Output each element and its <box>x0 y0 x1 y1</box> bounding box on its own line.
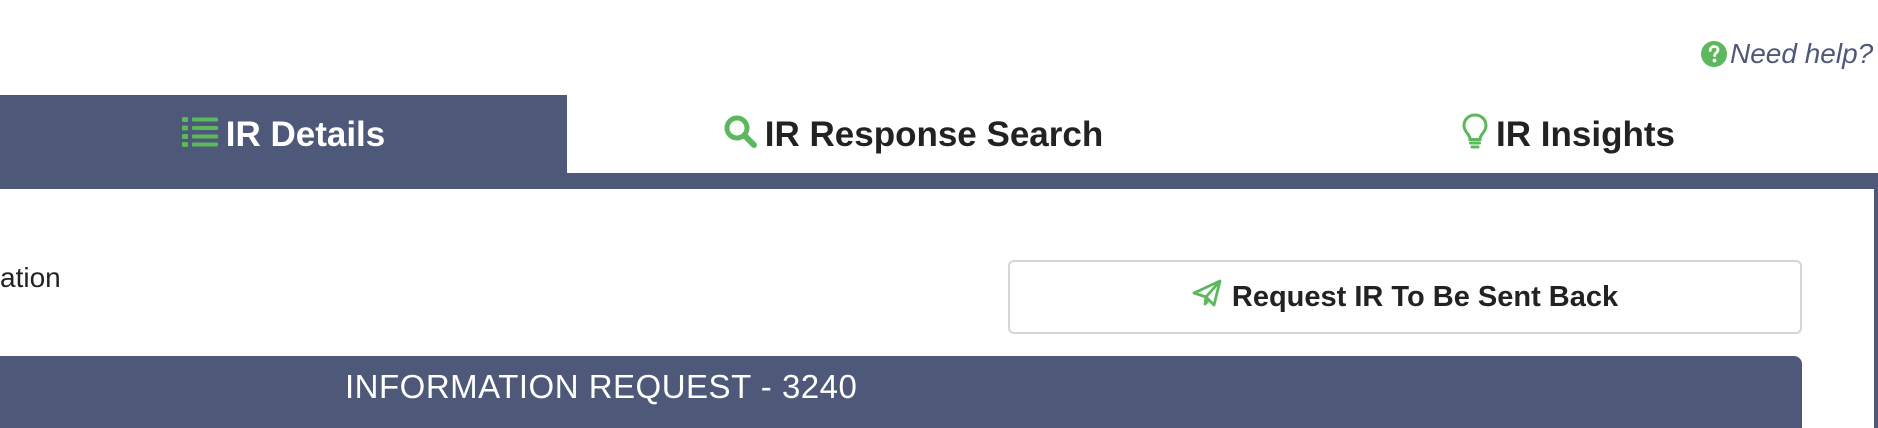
search-icon <box>723 114 757 157</box>
question-circle-icon <box>1700 40 1728 68</box>
tab-ir-response-search-label: IR Response Search <box>764 115 1104 154</box>
list-icon <box>181 115 218 156</box>
need-help-link[interactable]: Need help? <box>1700 38 1873 70</box>
paper-plane-icon <box>1192 279 1222 315</box>
request-ir-sent-back-button[interactable]: Request IR To Be Sent Back <box>1008 260 1802 334</box>
tab-ir-insights[interactable]: IR Insights <box>1259 95 1878 175</box>
information-request-header <box>0 356 1802 428</box>
tab-bar: IR Details IR Response Search IR Insight… <box>0 95 1878 175</box>
section-label: ation <box>0 262 61 293</box>
need-help-label: Need help? <box>1730 38 1874 69</box>
request-ir-sent-back-label: Request IR To Be Sent Back <box>1231 280 1619 313</box>
information-request-title: INFORMATION REQUEST - 3240 <box>345 368 858 405</box>
panel-frame-top <box>0 173 1878 189</box>
lightbulb-icon <box>1462 112 1488 158</box>
tab-ir-response-search[interactable]: IR Response Search <box>567 95 1259 175</box>
panel-frame-right-inner <box>1854 189 1874 428</box>
tab-ir-details[interactable]: IR Details <box>0 95 567 175</box>
tab-ir-insights-label: IR Insights <box>1496 115 1675 154</box>
tab-ir-details-label: IR Details <box>225 115 386 154</box>
